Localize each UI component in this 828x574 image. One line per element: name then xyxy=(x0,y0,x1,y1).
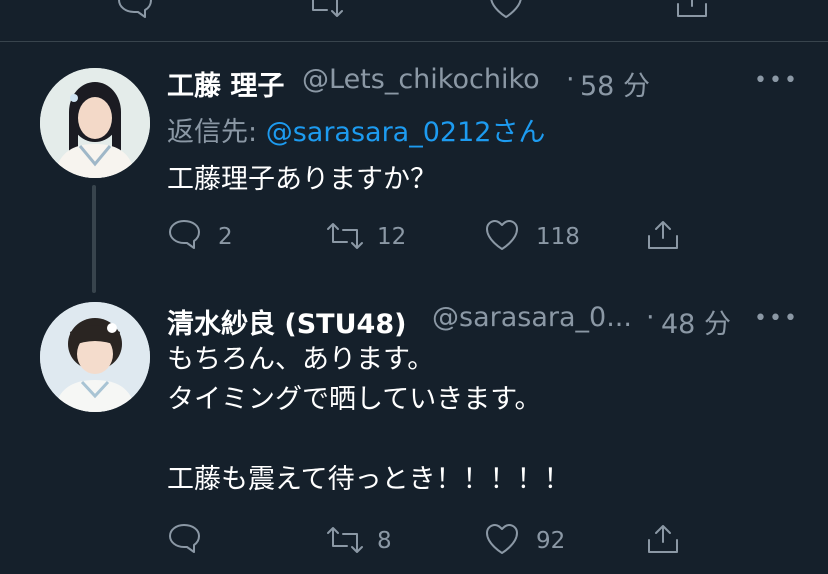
timestamp[interactable]: 48 分 xyxy=(661,302,731,341)
share-icon[interactable] xyxy=(645,218,681,252)
reply-icon[interactable] xyxy=(166,218,202,252)
like-count: 118 xyxy=(536,224,580,250)
tweet[interactable]: 清水紗良 (STU48) @sarasara_0... · 48 分 ••• も… xyxy=(0,290,828,574)
reply-to: 返信先: @sarasara_0212さん xyxy=(167,110,545,149)
reply-mention-link[interactable]: @sarasara_0212 xyxy=(266,117,492,148)
reply-suffix[interactable]: さん xyxy=(491,117,545,148)
handle[interactable]: @Lets_chikochiko xyxy=(302,64,540,95)
retweet-icon[interactable] xyxy=(325,220,365,252)
display-name[interactable]: 清水紗良 (STU48) xyxy=(167,302,406,341)
display-name[interactable]: 工藤 理子 xyxy=(167,64,284,103)
reply-icon[interactable] xyxy=(116,0,152,20)
separator-dot: · xyxy=(566,64,575,95)
tweet[interactable]: 工藤 理子 @Lets_chikochiko · 58 分 ••• 返信先: @… xyxy=(0,42,828,293)
previous-tweet-actions xyxy=(0,0,828,41)
more-options-icon[interactable]: ••• xyxy=(754,68,799,93)
heart-icon[interactable] xyxy=(488,0,524,20)
separator-dot: · xyxy=(646,302,655,333)
avatar[interactable] xyxy=(40,302,150,412)
share-icon[interactable] xyxy=(645,522,681,556)
tweet-text: 工藤理子ありますか？ xyxy=(167,164,437,195)
avatar[interactable] xyxy=(40,68,150,178)
tweet-text: もちろん、あります。 タイミングで晒していきます。 工藤も震えて待っとき！！！！… xyxy=(167,344,571,495)
retweet-icon[interactable] xyxy=(325,524,365,556)
heart-icon[interactable] xyxy=(484,218,520,252)
share-icon[interactable] xyxy=(674,0,710,20)
reply-icon[interactable] xyxy=(166,522,202,556)
reply-count: 2 xyxy=(218,224,233,250)
timestamp[interactable]: 58 分 xyxy=(580,64,650,103)
more-options-icon[interactable]: ••• xyxy=(754,306,799,331)
retweet-icon[interactable] xyxy=(305,0,345,20)
like-count: 92 xyxy=(536,528,566,554)
heart-icon[interactable] xyxy=(484,522,520,556)
reply-to-label: 返信先: xyxy=(167,117,258,148)
handle[interactable]: @sarasara_0... xyxy=(432,302,632,333)
thread-line xyxy=(92,185,96,293)
retweet-count: 12 xyxy=(377,224,407,250)
retweet-count: 8 xyxy=(377,528,392,554)
